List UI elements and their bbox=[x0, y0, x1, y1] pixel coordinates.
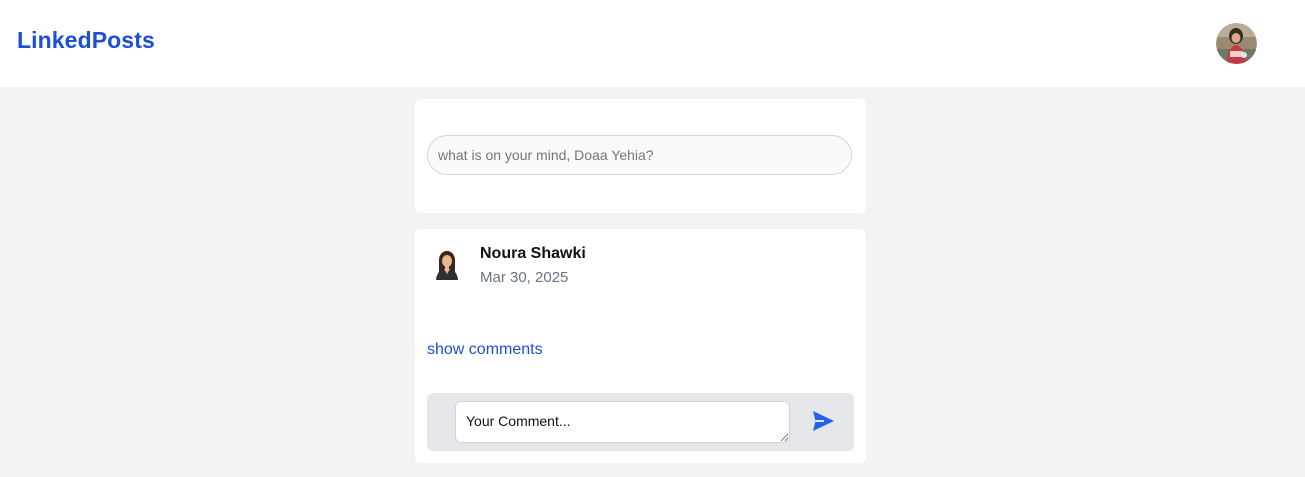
show-comments-link[interactable]: show comments bbox=[427, 341, 543, 359]
send-icon bbox=[813, 410, 834, 431]
comment-form bbox=[427, 393, 854, 451]
navbar: LinkedPosts bbox=[0, 0, 1305, 87]
send-comment-button[interactable] bbox=[809, 409, 837, 435]
post-card: Noura Shawki Mar 30, 2025 show comments bbox=[415, 229, 866, 463]
post-author-name[interactable]: Noura Shawki bbox=[480, 245, 586, 263]
brand-logo[interactable]: LinkedPosts bbox=[17, 27, 155, 54]
post-date: Mar 30, 2025 bbox=[480, 269, 569, 286]
user-avatar-icon[interactable] bbox=[1216, 23, 1257, 64]
author-avatar-icon bbox=[434, 250, 460, 280]
create-post-card bbox=[415, 99, 866, 213]
comment-input[interactable] bbox=[455, 401, 790, 443]
create-post-input[interactable] bbox=[427, 135, 852, 175]
